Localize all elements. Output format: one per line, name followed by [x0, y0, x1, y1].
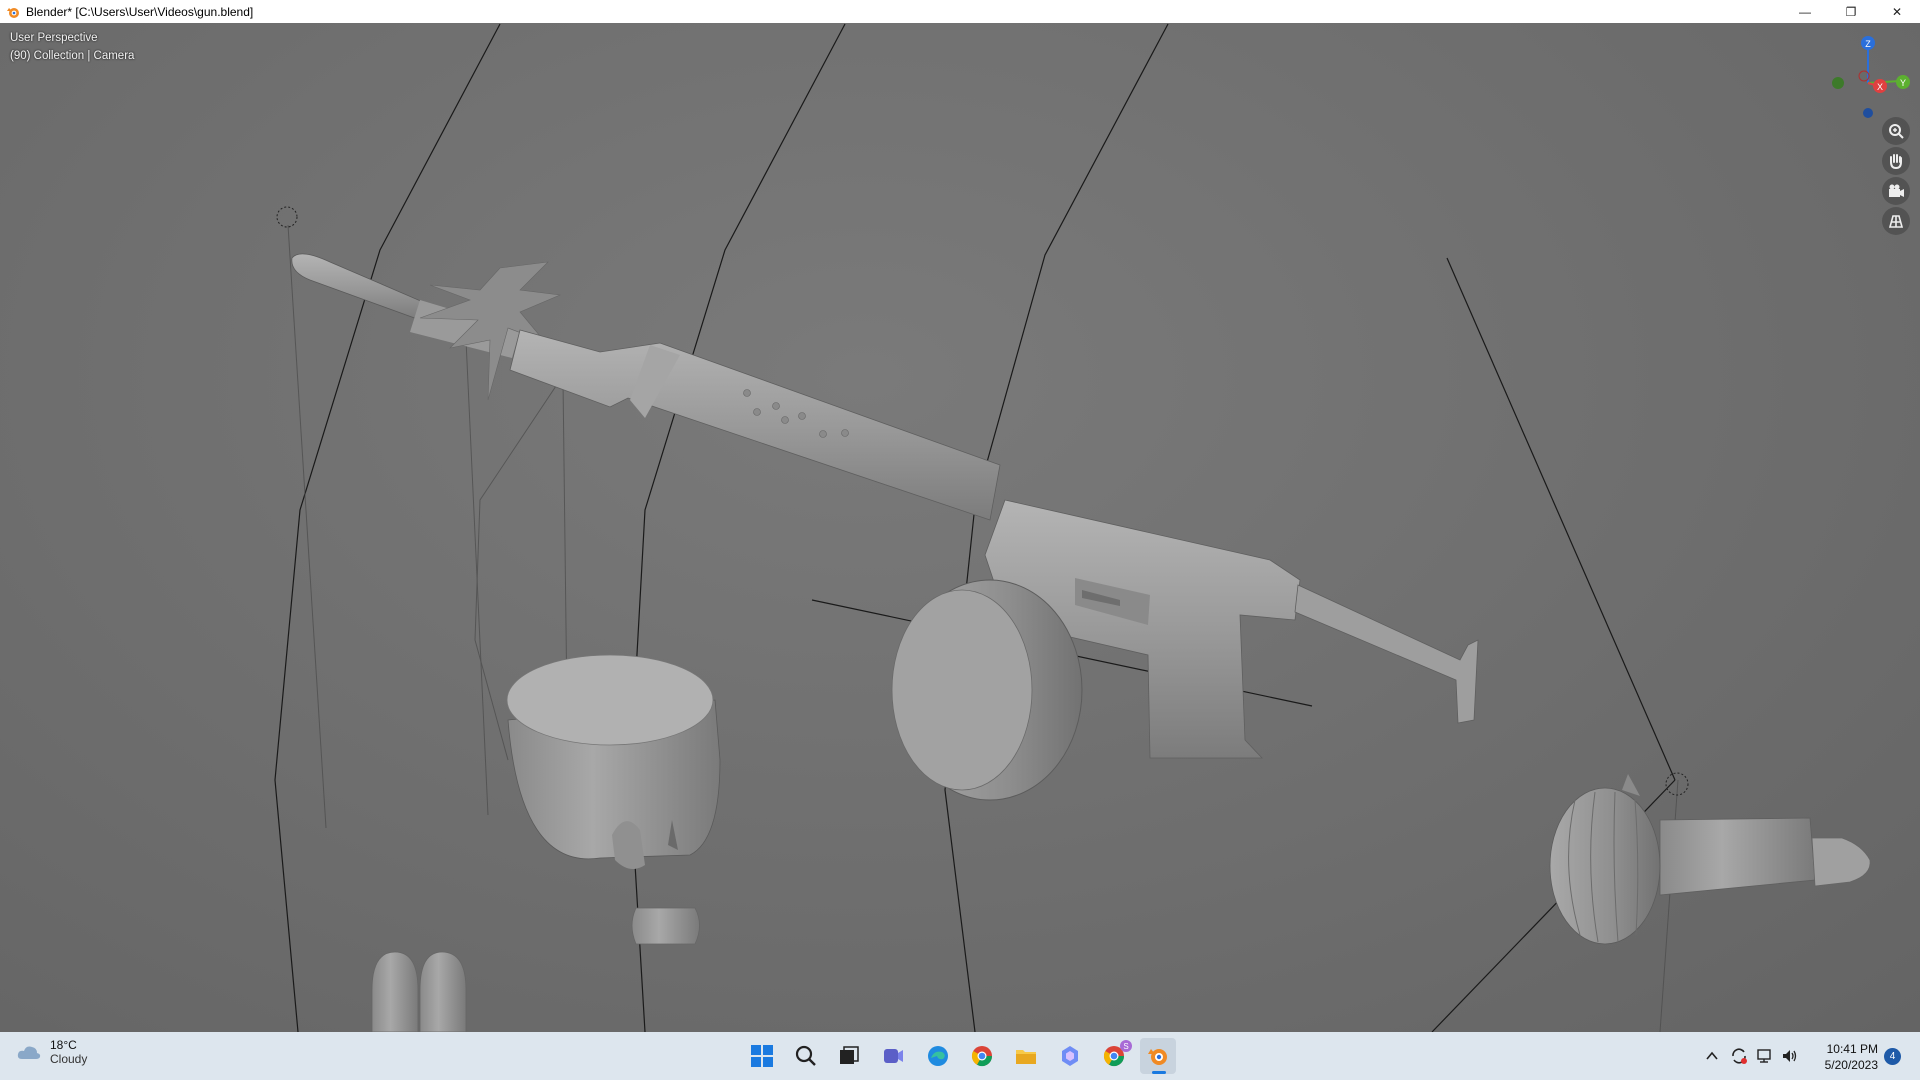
task-view-icon	[840, 1046, 859, 1064]
cloud-icon	[17, 1046, 41, 1059]
notification-badge[interactable]: 4	[1884, 1048, 1901, 1065]
volume-tray-button[interactable]	[1778, 1038, 1802, 1074]
zoom-icon	[1889, 124, 1904, 139]
chrome-icon	[971, 1046, 993, 1067]
maximize-button[interactable]: ❐	[1828, 0, 1874, 23]
start-button[interactable]	[744, 1038, 780, 1074]
gizmo-x-label: X	[1877, 82, 1883, 92]
windows-start-icon	[751, 1045, 773, 1067]
system-clock[interactable]: 10:41 PM 5/20/2023	[1808, 1041, 1878, 1073]
capsule-object[interactable]	[631, 907, 700, 945]
camera-icon	[1889, 184, 1904, 197]
scene-render	[274, 23, 1871, 1032]
viewport-mode-label: User Perspective	[10, 32, 98, 44]
ortho-toggle-button[interactable]	[1882, 207, 1910, 235]
edge-button[interactable]	[920, 1038, 956, 1074]
bullet-objects[interactable]	[371, 951, 467, 1032]
gizmo-neg-z-icon[interactable]	[1863, 108, 1873, 118]
chevron-up-icon	[1706, 1051, 1718, 1060]
file-explorer-icon	[1016, 1050, 1036, 1064]
close-icon: ✕	[1891, 4, 1903, 19]
clock-date: 5/20/2023	[1824, 1058, 1878, 1072]
grenade-object[interactable]	[1549, 774, 1871, 945]
teams-button[interactable]	[875, 1038, 911, 1074]
blender-logo-icon	[7, 7, 19, 18]
active-app-indicator	[1152, 1071, 1166, 1074]
blender-taskbar-button[interactable]	[1140, 1038, 1176, 1074]
window-title: Blender* [C:\Users\User\Videos\gun.blend…	[26, 4, 254, 19]
chrome-button[interactable]	[964, 1038, 1000, 1074]
weather-condition: Cloudy	[50, 1052, 88, 1066]
navigation-gizmo[interactable]: Z Y X	[1822, 31, 1914, 121]
curve-lines	[274, 23, 1676, 1032]
camera-view-button[interactable]	[1882, 177, 1910, 205]
teams-icon	[884, 1049, 903, 1063]
copilot-button[interactable]	[1052, 1038, 1088, 1074]
gizmo-z-label: Z	[1865, 39, 1871, 49]
windows-taskbar: 18°C Cloudy S 10:41 PM 5/20/2023 4	[0, 1032, 1920, 1080]
blender-icon	[1148, 1049, 1167, 1065]
profile-badge: S	[1120, 1040, 1132, 1052]
gun-model[interactable]	[291, 253, 1479, 801]
edge-icon	[928, 1046, 948, 1066]
clock-time: 10:41 PM	[1826, 1042, 1878, 1056]
speaker-icon	[1783, 1050, 1797, 1062]
file-explorer-button[interactable]	[1008, 1038, 1044, 1074]
weather-widget[interactable]: 18°C Cloudy	[16, 1038, 87, 1066]
restore-icon: ❐	[1845, 4, 1857, 19]
3d-viewport[interactable]: User Perspective (90) Collection | Camer…	[0, 23, 1920, 1032]
search-button[interactable]	[788, 1038, 824, 1074]
chrome-profile-button[interactable]: S	[1096, 1038, 1132, 1074]
blender-window: Blender* [C:\Users\User\Videos\gun.blend…	[0, 0, 1920, 1080]
network-icon	[1757, 1049, 1771, 1063]
show-hidden-icons-button[interactable]	[1702, 1038, 1722, 1074]
task-view-button[interactable]	[831, 1038, 867, 1074]
weather-temperature: 18°C	[50, 1038, 77, 1052]
title-bar: Blender* [C:\Users\User\Videos\gun.blend…	[0, 0, 1920, 23]
viewport-context-label: (90) Collection | Camera	[10, 50, 135, 62]
network-tray-button[interactable]	[1753, 1038, 1777, 1074]
minimize-button[interactable]: —	[1782, 0, 1828, 23]
sync-icon	[1732, 1048, 1747, 1064]
zoom-button[interactable]	[1882, 117, 1910, 145]
sync-tray-button[interactable]	[1727, 1038, 1751, 1074]
gizmo-y-label: Y	[1900, 78, 1906, 88]
copilot-icon	[1062, 1046, 1078, 1066]
minimize-icon: —	[1799, 4, 1811, 19]
gizmo-neg-y-icon[interactable]	[1832, 77, 1844, 89]
grid-ortho-icon	[1888, 215, 1904, 228]
cylinder-object[interactable]	[506, 654, 721, 869]
pan-hand-icon	[1890, 154, 1902, 170]
pan-button[interactable]	[1882, 147, 1910, 175]
search-icon	[795, 1045, 816, 1066]
close-button[interactable]: ✕	[1874, 0, 1920, 23]
